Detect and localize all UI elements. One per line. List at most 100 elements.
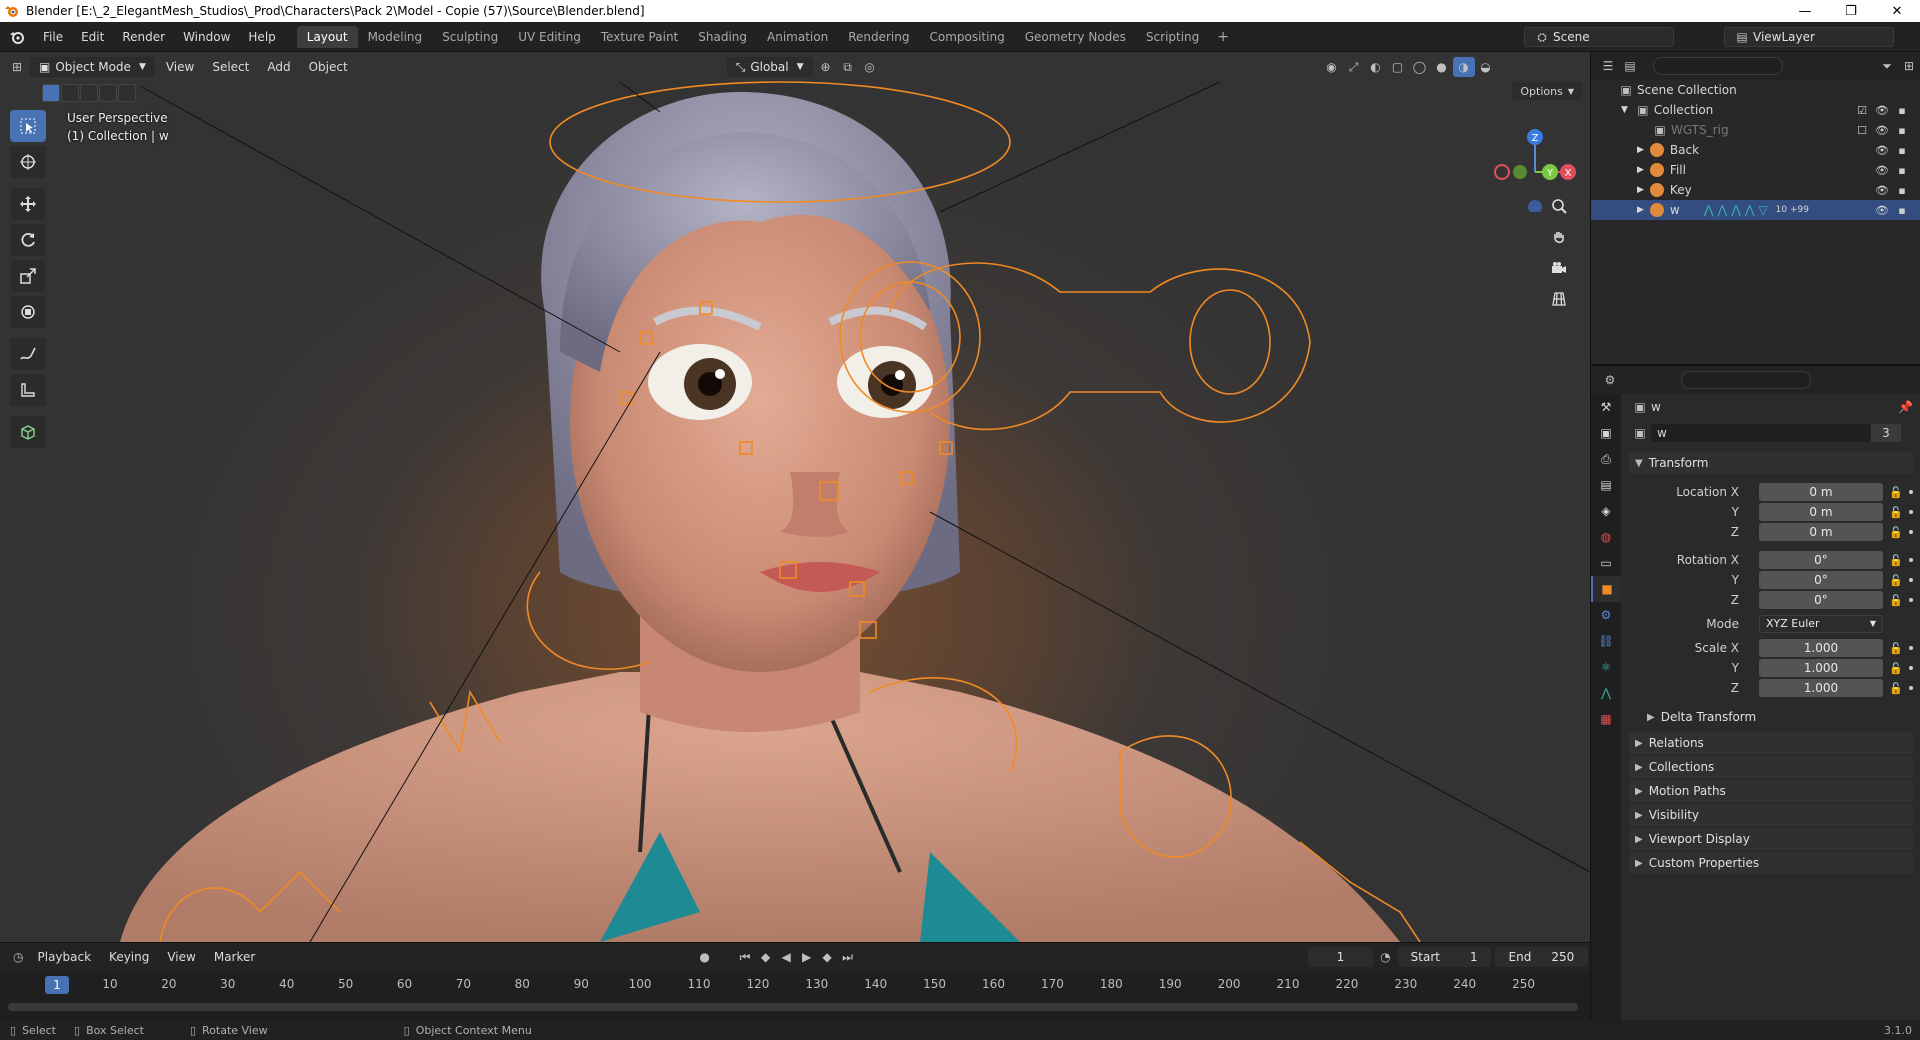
output-tab-icon[interactable]: ⎙ [1591,446,1621,472]
play-icon[interactable]: ▶ [796,947,817,967]
record-icon[interactable]: ● [694,947,715,967]
select-extend-icon[interactable] [61,84,79,102]
keyframe-dot-icon[interactable] [1909,686,1913,690]
rotate-tool[interactable] [10,224,46,256]
viewport-scene[interactable] [0,52,1590,942]
jump-end-icon[interactable]: ⏭ [837,947,858,967]
current-frame-indicator[interactable]: 1 [45,976,69,994]
zoom-icon[interactable] [1545,192,1573,220]
lock-icon[interactable]: 🔓 [1889,642,1903,655]
object-name-field[interactable]: w [1651,424,1871,442]
rotation-x-field[interactable]: 0° [1759,551,1883,569]
menu-keying[interactable]: Keying [100,950,158,964]
expand-arrow-icon[interactable]: ▼ [1621,105,1628,115]
panel-visibility[interactable]: ▶ Visibility [1629,804,1913,826]
minimize-button[interactable]: — [1782,0,1828,22]
outliner-scene-collection[interactable]: ▣ Scene Collection [1591,80,1920,100]
expand-arrow-icon[interactable]: ▶ [1637,165,1644,175]
rotation-mode-select[interactable]: XYZ Euler ▼ [1759,615,1883,633]
snap-icon[interactable]: ⧉ [837,57,859,77]
panel-relations[interactable]: ▶ Relations [1629,732,1913,754]
menu-select[interactable]: Select [203,60,258,74]
options-dropdown[interactable]: Options ▼ [1512,82,1582,100]
editor-type-icon[interactable]: ⊞ [6,57,28,77]
play-reverse-icon[interactable]: ◀ [776,947,797,967]
texture-tab-icon[interactable]: ▦ [1591,706,1621,732]
add-workspace-button[interactable]: + [1209,29,1237,45]
select-invert-icon[interactable] [99,84,117,102]
checkbox-icon[interactable]: ☑ [1852,104,1872,117]
tab-uv-editing[interactable]: UV Editing [508,26,591,48]
orientation-dropdown[interactable]: ⤡ Global ▼ [726,57,813,77]
jump-start-icon[interactable]: ⏮ [735,947,756,967]
wireframe-shading-icon[interactable]: ◯ [1409,57,1431,77]
menu-object[interactable]: Object [300,60,357,74]
constraint-tab-icon[interactable]: ⛓ [1591,628,1621,654]
proportional-edit-icon[interactable]: ◎ [859,57,881,77]
overlay-toggle-icon[interactable]: ◐ [1365,57,1387,77]
maximize-button[interactable]: ❐ [1828,0,1874,22]
view-layer-tab-icon[interactable]: ▤ [1591,472,1621,498]
scene-selector[interactable]: ⛭ Scene [1524,27,1674,47]
ortho-grid-icon[interactable] [1545,285,1573,313]
collection-tab-icon[interactable]: ▭ [1591,550,1621,576]
location-z-field[interactable]: 0 m [1759,523,1883,541]
eye-icon[interactable]: 👁 [1872,104,1892,117]
menu-add[interactable]: Add [258,60,299,74]
panel-custom-properties[interactable]: ▶ Custom Properties [1629,852,1913,874]
measure-tool[interactable] [10,374,46,406]
scale-z-field[interactable]: 1.000 [1759,679,1883,697]
scene-tab-icon[interactable]: ◈ [1591,498,1621,524]
tab-geometry-nodes[interactable]: Geometry Nodes [1015,26,1136,48]
physics-tab-icon[interactable]: ⚛ [1591,654,1621,680]
xray-icon[interactable]: ▢ [1387,57,1409,77]
rendered-shading-icon[interactable]: ◒ [1475,57,1497,77]
location-x-field[interactable]: 0 m [1759,483,1883,501]
pan-hand-icon[interactable] [1545,223,1573,251]
lock-icon[interactable]: 🔓 [1889,554,1903,567]
keyframe-dot-icon[interactable] [1909,598,1913,602]
lock-icon[interactable]: 🔓 [1889,526,1903,539]
move-tool[interactable] [10,188,46,220]
blender-menu-icon[interactable] [0,29,34,45]
eye-icon[interactable]: 👁 [1872,164,1892,177]
object-tab-icon[interactable]: ■ [1591,576,1621,602]
tab-sculpting[interactable]: Sculpting [432,26,508,48]
select-box-tool[interactable] [10,110,46,142]
expand-arrow-icon[interactable]: ▶ [1637,185,1644,195]
outliner-search-input[interactable] [1653,57,1783,75]
menu-view[interactable]: View [157,60,203,74]
tool-tab-icon[interactable]: ⚒ [1591,394,1621,420]
lock-icon[interactable]: 🔓 [1889,662,1903,675]
pivot-icon[interactable]: ⊕ [815,57,837,77]
clock-icon[interactable]: ◷ [8,947,29,967]
viewlayer-selector[interactable]: ▤ ViewLayer [1724,27,1894,47]
start-frame-field[interactable]: Start 1 [1397,947,1491,967]
eye-icon[interactable]: 👁 [1872,124,1892,137]
material-shading-icon[interactable]: ◑ [1452,57,1475,77]
location-y-field[interactable]: 0 m [1759,503,1883,521]
tab-scripting[interactable]: Scripting [1136,26,1209,48]
object-browse-icon[interactable]: ▣ [1629,423,1651,443]
scale-x-field[interactable]: 1.000 [1759,639,1883,657]
render-tab-icon[interactable]: ▣ [1591,420,1621,446]
tab-layout[interactable]: Layout [296,25,358,48]
outliner-item-back[interactable]: ▶ Back 👁 ▪ [1591,140,1920,160]
camera-icon[interactable]: ▪ [1892,184,1912,197]
outliner-editor-icon[interactable]: ☰ [1597,56,1619,76]
menu-playback[interactable]: Playback [29,950,101,964]
camera-icon[interactable]: ▪ [1892,144,1912,157]
rotation-z-field[interactable]: 0° [1759,591,1883,609]
eye-icon[interactable]: 👁 [1872,144,1892,157]
camera-icon[interactable]: ▪ [1892,104,1912,117]
expand-arrow-icon[interactable]: ▶ [1637,205,1644,215]
expand-arrow-icon[interactable]: ▶ [1637,145,1644,155]
tab-texture-paint[interactable]: Texture Paint [591,26,688,48]
rotation-y-field[interactable]: 0° [1759,571,1883,589]
outliner-item-wgts-rig[interactable]: ▣ WGTS_rig ☐ 👁 ▪ [1591,120,1920,140]
tab-rendering[interactable]: Rendering [838,26,919,48]
lock-icon[interactable]: 🔓 [1889,574,1903,587]
user-count[interactable]: 3 [1871,424,1901,442]
menu-window[interactable]: Window [174,22,239,52]
select-new-icon[interactable] [42,84,60,102]
